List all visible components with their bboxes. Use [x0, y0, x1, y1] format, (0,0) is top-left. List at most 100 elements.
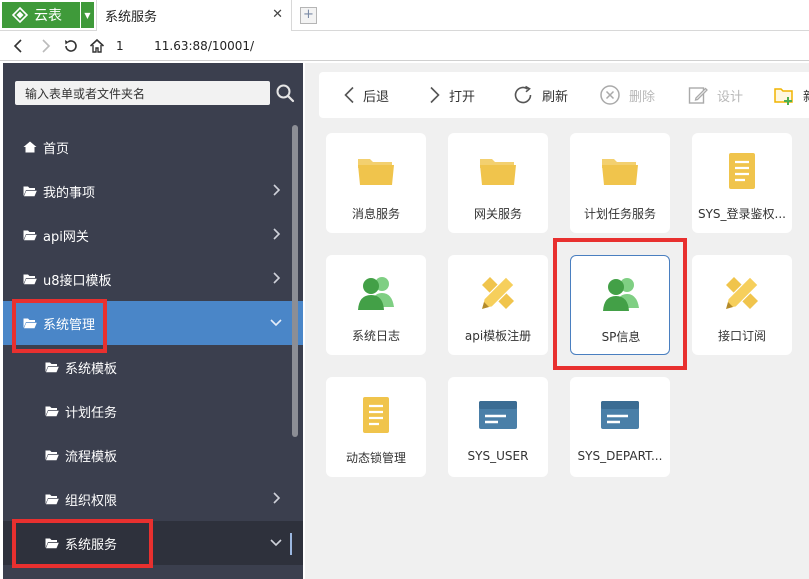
sidebar-item-label: 系统模板 — [65, 361, 118, 377]
sidebar-item-scheduled-tasks[interactable]: 计划任务 — [3, 389, 303, 433]
back-arrow-icon[interactable] — [6, 31, 32, 61]
sidebar-item-label: 系统服务 — [65, 537, 118, 553]
tile-dynamic-lock[interactable]: 动态锁管理 — [326, 377, 426, 477]
delete-label: 删除 — [629, 89, 656, 105]
sidebar-item-workflow-templates[interactable]: 流程模板 — [3, 433, 303, 477]
folder-open-icon — [45, 405, 59, 417]
tile-label: 计划任务服务 — [583, 207, 656, 221]
back-label: 后退 — [363, 89, 390, 105]
pencil-ruler-icon — [725, 276, 759, 310]
folder-open-icon — [23, 317, 37, 329]
folder-open-icon — [45, 449, 59, 461]
sidebar-menu: 首页 我的事项 api网关 u8接口模板 系统管理 系统模板 计划任务 流程模板… — [3, 125, 303, 565]
url-text[interactable]: 1 11.63:88/10001/ — [116, 39, 254, 53]
sidebar-item-label: u8接口模板 — [43, 273, 112, 289]
tile-scheduled-task-service[interactable]: 计划任务服务 — [570, 133, 670, 233]
sidebar-item-system-services[interactable]: 系统服务 — [3, 521, 303, 565]
design-button[interactable]: 设计 — [687, 72, 743, 118]
tile-sys-department[interactable]: SYS_DEPART... — [570, 377, 670, 477]
design-label: 设计 — [717, 89, 744, 105]
sidebar-item-org-permissions[interactable]: 组织权限 — [3, 477, 303, 521]
tile-sys-user[interactable]: SYS_USER — [448, 377, 548, 477]
tile-system-log[interactable]: 系统日志 — [326, 255, 426, 355]
new-folder-icon — [774, 88, 793, 105]
users-icon — [603, 278, 639, 311]
tile-api-template-register[interactable]: api模板注册 — [448, 255, 548, 355]
sidebar-item-label: 我的事项 — [43, 185, 96, 201]
tile-label: 网关服务 — [473, 207, 522, 221]
open-button[interactable]: 打开 — [429, 72, 475, 118]
sidebar-item-label: api网关 — [43, 229, 89, 245]
tile-gateway-service[interactable]: 网关服务 — [448, 133, 548, 233]
form-icon — [363, 397, 389, 433]
folder-open-icon — [45, 537, 59, 549]
chevron-down-icon — [270, 319, 282, 327]
chevron-right-icon — [273, 184, 281, 196]
triangle-down-icon: ▼ — [84, 10, 91, 20]
home-icon[interactable] — [84, 31, 110, 61]
open-label: 打开 — [449, 89, 476, 105]
folder-icon — [358, 159, 394, 185]
sidebar-scrollbar[interactable] — [292, 125, 298, 437]
delete-button[interactable]: 删除 — [599, 72, 655, 118]
tile-label: 系统日志 — [351, 329, 400, 343]
app-dropdown-toggle[interactable]: ▼ — [81, 2, 94, 28]
tab-system-services[interactable]: 系统服务 ✕ — [96, 0, 292, 31]
sidebar-item-system-templates[interactable]: 系统模板 — [3, 345, 303, 389]
folder-icon — [602, 159, 638, 185]
sidebar-item-my-tasks[interactable]: 我的事项 — [3, 169, 303, 213]
sidebar-item-api-gateway[interactable]: api网关 — [3, 213, 303, 257]
tile-label: 接口订阅 — [717, 329, 766, 343]
tile-message-service[interactable]: 消息服务 — [326, 133, 426, 233]
folder-open-icon — [23, 229, 37, 241]
tab-close-icon[interactable]: ✕ — [272, 7, 283, 22]
pencil-ruler-icon — [481, 276, 515, 310]
tile-label: SYS_登录鉴权... — [697, 207, 786, 221]
refresh-icon — [514, 85, 532, 104]
folder-open-icon — [23, 185, 37, 197]
folder-open-icon — [45, 361, 59, 373]
chevron-right-icon — [273, 228, 281, 240]
search-icon[interactable] — [275, 83, 295, 103]
app-menu-button[interactable]: 云表 — [2, 2, 80, 28]
back-button[interactable]: 后退 — [343, 72, 389, 118]
tile-sys-login-auth[interactable]: SYS_登录鉴权... — [692, 133, 792, 233]
tile-label: SYS_USER — [467, 449, 529, 463]
chevron-left-icon — [344, 86, 354, 104]
delete-icon — [600, 85, 620, 105]
sidebar-item-label: 计划任务 — [65, 405, 118, 421]
address-bar: 1 11.63:88/10001/ — [0, 31, 809, 61]
sidebar-item-u8-templates[interactable]: u8接口模板 — [3, 257, 303, 301]
sidebar-item-label: 首页 — [43, 141, 70, 157]
sidebar: 输入表单或者文件夹名 首页 我的事项 api网关 u8接口模板 系统管理 系统模… — [3, 63, 303, 579]
new-folder-button[interactable]: 新 — [773, 72, 809, 118]
chevron-down-icon — [270, 539, 282, 547]
tile-interface-subscription[interactable]: 接口订阅 — [692, 255, 792, 355]
yunbiao-logo-icon — [12, 7, 28, 23]
sidebar-scroll-indicator — [290, 533, 292, 555]
new-folder-label: 新 — [803, 86, 809, 105]
folder-icon — [480, 159, 516, 185]
chevron-right-icon — [273, 492, 281, 504]
edit-icon — [688, 87, 708, 104]
app-name: 云表 — [34, 8, 62, 24]
new-tab-button[interactable]: + — [300, 7, 317, 24]
browser-tabbar: 云表 ▼ 系统服务 ✕ + — [0, 0, 809, 31]
tile-label: SYS_DEPART... — [577, 449, 663, 463]
chevron-right-icon — [430, 86, 440, 104]
tile-sp-info[interactable]: SP信息 — [570, 255, 670, 355]
refresh-button[interactable]: 刷新 — [512, 72, 568, 118]
table-icon — [479, 401, 517, 429]
main-content: 后退 打开 刷新 删除 设计 新 消息服务 — [305, 63, 809, 579]
refresh-label: 刷新 — [542, 89, 569, 105]
tile-label: 动态锁管理 — [345, 451, 406, 465]
forward-arrow-icon[interactable] — [32, 31, 58, 61]
sidebar-item-home[interactable]: 首页 — [3, 125, 303, 169]
reload-icon[interactable] — [58, 31, 84, 61]
sidebar-item-label: 系统管理 — [43, 317, 96, 333]
table-icon — [601, 401, 639, 429]
sidebar-item-system-management[interactable]: 系统管理 — [3, 301, 303, 345]
tile-label: 消息服务 — [351, 207, 400, 221]
form-icon — [729, 153, 755, 189]
sidebar-search-input[interactable]: 输入表单或者文件夹名 — [15, 81, 270, 105]
